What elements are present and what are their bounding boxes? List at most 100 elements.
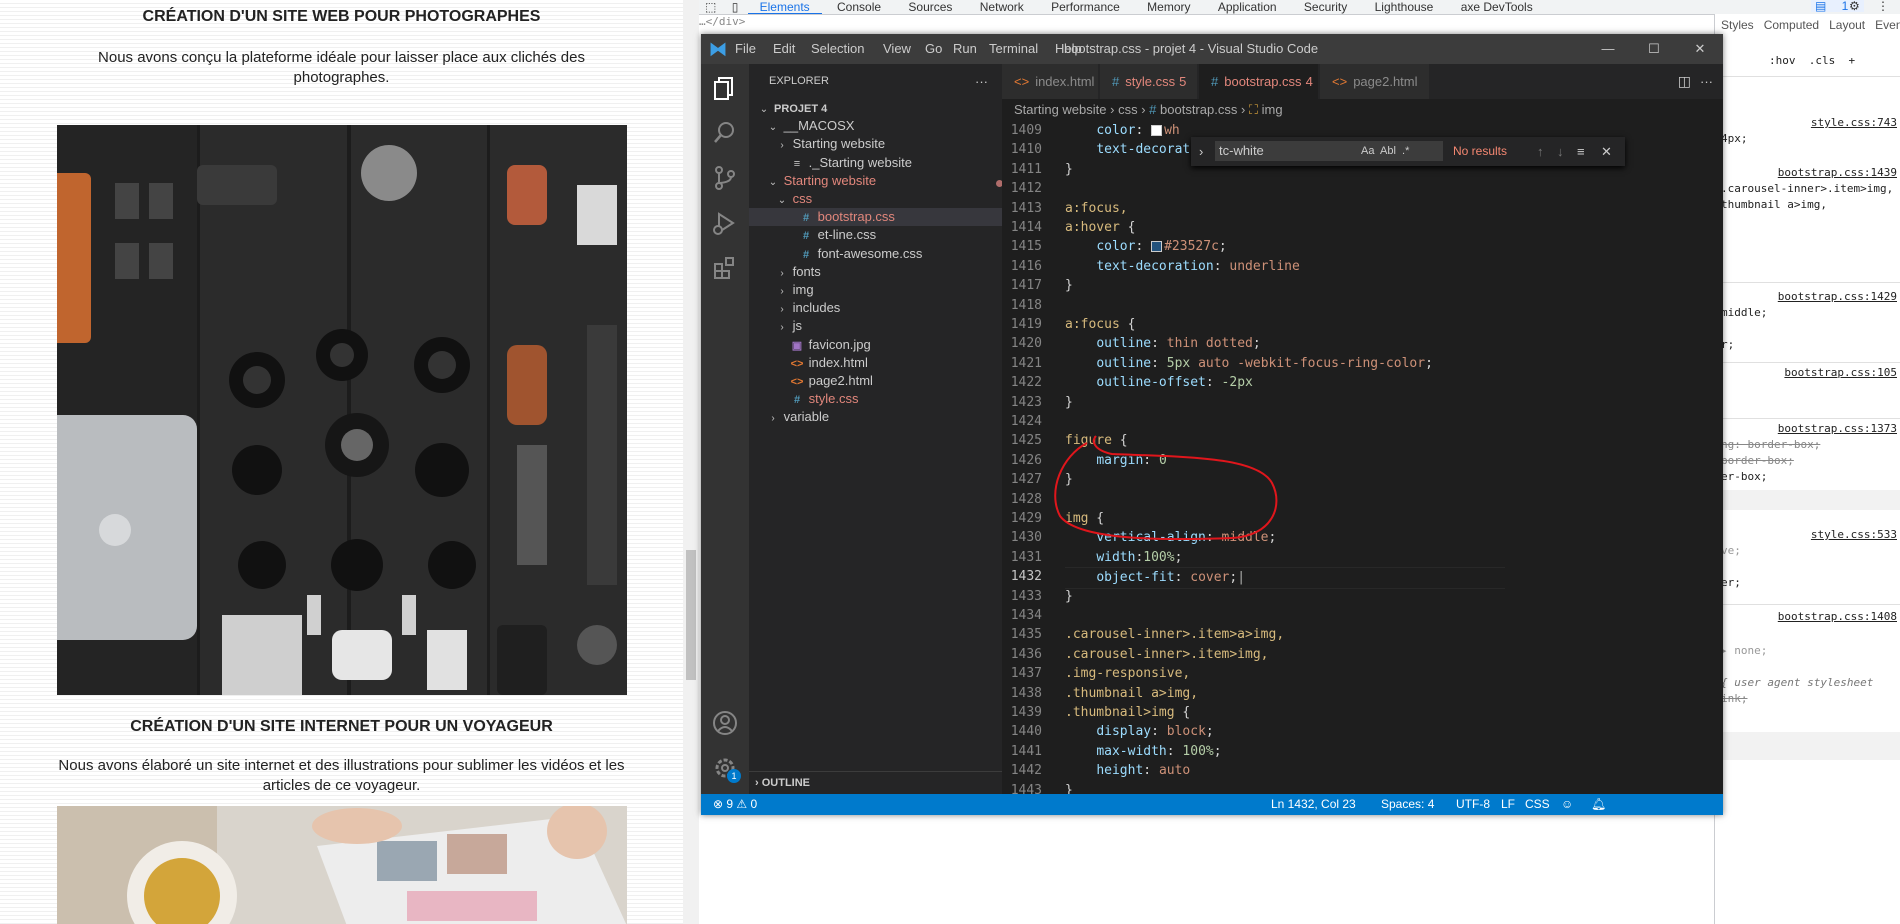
tree-item[interactable]: ⌄ Starting website xyxy=(749,172,1019,190)
devtools-tab-memory[interactable]: Memory xyxy=(1135,1,1202,13)
rule-link[interactable]: bootstrap.css:105 xyxy=(1784,366,1897,379)
rule-link[interactable]: bootstrap.css:1408 xyxy=(1778,610,1897,623)
page-scrollbar-thumb[interactable] xyxy=(686,550,696,680)
rule-line: ve; xyxy=(1721,544,1741,557)
devtools-tab-lighthouse[interactable]: Lighthouse xyxy=(1363,1,1446,13)
source-control-icon[interactable] xyxy=(711,164,739,192)
devtools-tab-network[interactable]: Network xyxy=(968,1,1036,13)
menu-selection[interactable]: Selection xyxy=(811,34,864,64)
notifications-icon[interactable]: 🔔︎ xyxy=(1591,794,1606,815)
rule-line: { user agent stylesheet xyxy=(1721,676,1874,689)
editor-tabs: <> index.html # style.css 5 # bootstrap.css 4… xyxy=(1002,64,1723,99)
encoding-status[interactable]: UTF-8 xyxy=(1456,794,1490,815)
devtools-tab-performance[interactable]: Performance xyxy=(1039,1,1132,13)
tree-item[interactable]: # bootstrap.css4 xyxy=(749,208,1037,227)
tree-item[interactable]: › img xyxy=(749,281,1028,299)
cursor-position[interactable]: Ln 1432, Col 23 xyxy=(1271,794,1356,815)
indentation-status[interactable]: Spaces: 4 xyxy=(1381,794,1434,815)
menu-go[interactable]: Go xyxy=(925,34,942,64)
find-in-selection-icon[interactable]: ≡ xyxy=(1577,137,1585,166)
match-case-icon[interactable]: Aa xyxy=(1361,145,1374,157)
styles-filter-bar: :hov .cls + xyxy=(1769,54,1855,67)
code-editor[interactable]: 1409 color: wh1410 text-decoration: none… xyxy=(1002,121,1723,798)
tree-item[interactable]: › Starting website xyxy=(749,135,1028,153)
tree-item[interactable]: # font-awesome.css xyxy=(749,245,1037,263)
devtools-more-icon[interactable]: ⋮ xyxy=(1877,0,1889,12)
rule-link[interactable]: style.css:533 xyxy=(1811,528,1897,541)
tree-item[interactable]: <> index.html xyxy=(749,354,1028,372)
accounts-icon[interactable] xyxy=(711,709,739,737)
devtools-inspect-icon[interactable]: ⬚ xyxy=(699,1,722,13)
language-mode[interactable]: CSS xyxy=(1525,794,1550,815)
regex-icon[interactable]: .* xyxy=(1402,145,1409,157)
tree-item[interactable]: › js xyxy=(749,317,1028,335)
breadcrumb-item[interactable]: bootstrap.css xyxy=(1160,102,1237,117)
breadcrumb-item[interactable]: img xyxy=(1262,102,1283,117)
extensions-icon[interactable] xyxy=(711,254,739,282)
devtools-tab-axe[interactable]: axe DevTools xyxy=(1449,1,1545,13)
outline-section[interactable]: › OUTLINE xyxy=(749,771,1002,795)
tree-item[interactable]: › fonts xyxy=(749,263,1028,281)
cls-toggle[interactable]: .cls xyxy=(1809,54,1836,67)
problems-status[interactable]: ⊗ 9 ⚠ 0 xyxy=(713,794,757,815)
new-rule-icon[interactable]: + xyxy=(1849,54,1856,67)
rule-link[interactable]: style.css:743 xyxy=(1811,116,1897,129)
rule-link[interactable]: bootstrap.css:1373 xyxy=(1778,422,1897,435)
tree-item[interactable]: ⌄ __MACOSX xyxy=(749,117,1019,135)
tree-item[interactable]: <> page2.html xyxy=(749,372,1028,390)
match-word-icon[interactable]: Abl xyxy=(1380,145,1396,157)
toggle-replace-icon[interactable]: › xyxy=(1199,137,1203,166)
minimize-icon[interactable]: — xyxy=(1585,34,1631,64)
run-debug-icon[interactable] xyxy=(711,209,739,237)
close-window-icon[interactable]: ✕ xyxy=(1677,34,1723,64)
devtools-tab-application[interactable]: Application xyxy=(1206,1,1289,13)
devtools-tab-elements[interactable]: Elements xyxy=(747,1,822,14)
previous-match-icon[interactable]: ↑ xyxy=(1537,137,1544,166)
menu-view[interactable]: View xyxy=(883,34,911,64)
tab-index-html[interactable]: <> index.html xyxy=(1002,64,1099,99)
hov-toggle[interactable]: :hov xyxy=(1769,54,1796,67)
tab-bootstrap-css[interactable]: #bootstrap.css4✕ xyxy=(1199,64,1330,99)
tree-item[interactable]: ⌄ PROJET 4 xyxy=(749,99,1010,117)
devtools-device-icon[interactable]: ▯ xyxy=(726,1,745,13)
tree-item-label: et-line.css xyxy=(814,227,877,243)
maximize-icon[interactable]: ☐ xyxy=(1631,34,1677,64)
devtools-settings-icon[interactable]: ⚙ xyxy=(1849,0,1860,12)
explorer-icon[interactable] xyxy=(711,74,739,102)
rule-link[interactable]: bootstrap.css:1429 xyxy=(1778,290,1897,303)
rule-link[interactable]: bootstrap.css:1439 xyxy=(1778,166,1897,179)
tree-item[interactable]: › includes xyxy=(749,299,1028,317)
tree-item[interactable]: ⌄ css xyxy=(749,190,1028,208)
subtab-computed[interactable]: Computed xyxy=(1764,18,1819,32)
tree-item[interactable]: ≡ ._Starting website xyxy=(749,154,1028,172)
subtab-event-listeners[interactable]: Event Listeners xyxy=(1875,18,1900,32)
devtools-tab-sources[interactable]: Sources xyxy=(896,1,964,13)
feedback-icon[interactable]: ☺ xyxy=(1561,794,1573,815)
web-page-preview: CRÉATION D'UN SITE WEB POUR PHOTOGRAPHES… xyxy=(0,0,683,924)
subtab-styles[interactable]: Styles xyxy=(1721,18,1754,32)
breadcrumb-item[interactable]: Starting website xyxy=(1014,102,1107,117)
menu-edit[interactable]: Edit xyxy=(773,34,795,64)
tree-item[interactable]: ▣ favicon.jpg xyxy=(749,336,1028,354)
tree-item[interactable]: › variable xyxy=(749,408,1019,426)
subtab-layout[interactable]: Layout xyxy=(1829,18,1865,32)
split-editor-icon[interactable]: ◫ xyxy=(1678,64,1691,99)
next-match-icon[interactable]: ↓ xyxy=(1557,137,1564,166)
explorer-more-icon[interactable]: ··· xyxy=(975,64,988,99)
page-scrollbar[interactable] xyxy=(683,0,699,924)
tab-label: index.html xyxy=(1035,74,1095,89)
breadcrumb-item[interactable]: css xyxy=(1118,102,1138,117)
tab-page2-html[interactable]: <> page2.html xyxy=(1320,64,1430,99)
menu-file[interactable]: File xyxy=(735,34,756,64)
tree-item[interactable]: # style.css5 xyxy=(749,390,1028,408)
more-actions-icon[interactable]: ··· xyxy=(1700,64,1713,99)
search-icon[interactable] xyxy=(711,119,739,147)
tab-label: page2.html xyxy=(1353,74,1418,89)
close-find-icon[interactable]: ✕ xyxy=(1601,137,1612,166)
eol-status[interactable]: LF xyxy=(1501,794,1515,815)
tab-style-css[interactable]: # style.css 5 xyxy=(1100,64,1198,99)
devtools-tab-console[interactable]: Console xyxy=(825,1,893,13)
tree-item[interactable]: # et-line.css xyxy=(749,226,1037,244)
file-icon: ≡ xyxy=(793,157,801,170)
devtools-tab-security[interactable]: Security xyxy=(1292,1,1359,13)
